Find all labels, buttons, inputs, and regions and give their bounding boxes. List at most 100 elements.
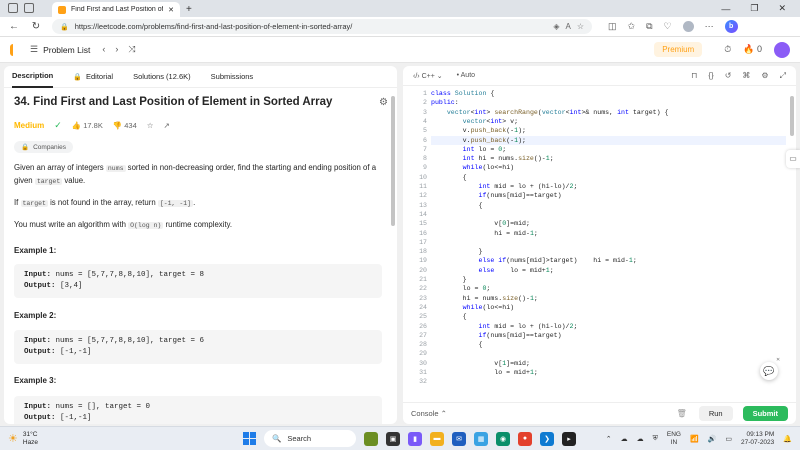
wifi-icon[interactable]: 📶 [690, 435, 699, 443]
run-button[interactable]: Run [698, 406, 733, 421]
close-feedback-icon[interactable]: ✕ [776, 357, 780, 363]
code-line[interactable]: lo = mid+1; [431, 368, 538, 377]
extension-icon[interactable]: ◈ [553, 22, 559, 31]
shuffle-icon[interactable]: ⤨ [128, 44, 135, 55]
code-line[interactable]: } [431, 247, 482, 256]
code-line[interactable]: while(lo<=hi) [431, 303, 514, 312]
code-line[interactable]: int lo = 0; [431, 145, 507, 154]
chrome-icon[interactable]: ● [518, 431, 532, 446]
mail-icon[interactable]: ✉ [452, 431, 466, 446]
lock-icon[interactable]: 🔒 [60, 23, 69, 31]
clock[interactable]: 09:13 PM 27-07-2023 [741, 431, 774, 447]
task-view-icon[interactable]: ▣ [386, 431, 400, 446]
address-bar[interactable]: 🔒 https://leetcode.com/problems/find-fir… [52, 19, 592, 34]
code-line[interactable]: hi = nums.size()-1; [431, 294, 538, 303]
code-line[interactable]: { [431, 201, 482, 210]
close-window-icon[interactable]: ✕ [778, 3, 786, 14]
delete-icon[interactable]: 🗑 [677, 409, 687, 418]
submit-button[interactable]: Submit [742, 406, 788, 421]
fullscreen-icon[interactable]: ⤢ [780, 71, 786, 81]
edge-browser-icon[interactable]: ◉ [496, 431, 510, 446]
terminal-icon[interactable]: ▸ [562, 431, 576, 446]
favorites-icon[interactable]: ✩ [628, 21, 636, 32]
code-line[interactable]: vector<int> v; [431, 117, 518, 126]
read-aloud-icon[interactable]: A [565, 22, 570, 31]
cloud-icon[interactable]: ☁ [621, 435, 628, 443]
like-button[interactable]: 👍 17.8K [72, 121, 103, 130]
reload-icon[interactable]: ↻ [30, 21, 42, 32]
timer-icon[interactable]: ⏱ [724, 44, 731, 55]
code-line[interactable]: int mid = lo + (hi-lo)/2; [431, 182, 577, 191]
code-line[interactable]: else if(nums[mid]>target) hi = mid-1; [431, 256, 636, 265]
editor-settings-icon[interactable]: ⚙ [761, 71, 768, 81]
editor-scrollbar[interactable] [790, 96, 794, 136]
vscode-icon[interactable]: ❯ [540, 431, 554, 446]
code-line[interactable]: vector<int> searchRange(vector<int>& num… [431, 108, 669, 117]
taskbar-search[interactable]: 🔍 Search [264, 430, 356, 447]
workspaces-icon[interactable] [8, 3, 18, 13]
split-screen-icon[interactable]: ◫ [608, 21, 617, 32]
tab-list-icon[interactable] [24, 3, 34, 13]
shortcuts-icon[interactable]: ⌘ [742, 71, 750, 81]
code-line[interactable]: else lo = mid+1; [431, 266, 553, 275]
new-tab-icon[interactable]: + [186, 4, 192, 15]
feedback-chat-icon[interactable]: 💬 [760, 362, 778, 380]
code-line[interactable]: } [431, 275, 467, 284]
format-braces-icon[interactable]: {} [708, 71, 713, 81]
collections-icon[interactable]: ⧉ [646, 21, 652, 32]
language-indicator[interactable]: ENG IN [667, 431, 681, 447]
close-tab-icon[interactable]: ✕ [168, 6, 174, 14]
code-line[interactable]: { [431, 340, 482, 349]
file-explorer-icon[interactable]: ▬ [430, 431, 444, 446]
back-icon[interactable]: ← [8, 21, 20, 32]
code-line[interactable]: while(lo<=hi) [431, 163, 514, 172]
console-toggle[interactable]: Console ⌃ [411, 409, 447, 418]
language-select[interactable]: ‹/› C++ ⌄ [413, 72, 443, 80]
code-line[interactable]: v.push_back(-1); [431, 135, 786, 145]
code-line[interactable]: lo = 0; [431, 284, 491, 293]
more-menu-icon[interactable]: ⋯ [705, 21, 714, 32]
teams-icon[interactable]: ▮ [408, 431, 422, 446]
next-problem-icon[interactable]: › [115, 44, 118, 55]
companies-tag[interactable]: 🔒 Companies [14, 141, 73, 153]
code-line[interactable]: v.push_back(-1); [431, 126, 526, 135]
code-line[interactable]: { [431, 312, 467, 321]
show-hidden-icons-icon[interactable]: ⌃ [606, 435, 612, 443]
favorite-star-icon[interactable]: ☆ [577, 22, 584, 31]
code-line[interactable]: { [431, 173, 467, 182]
battery-icon[interactable]: ▭ [725, 435, 732, 443]
notification-button[interactable]: 🔥 0 [743, 44, 762, 55]
autocomplete-toggle[interactable]: • Auto [457, 72, 475, 79]
code-line[interactable]: v[0]=mid; [431, 219, 530, 228]
code-line[interactable]: if(nums[mid]==target) [431, 191, 561, 200]
share-icon[interactable]: ↗ [164, 121, 170, 130]
store-icon[interactable]: ▦ [474, 431, 488, 446]
bookmark-icon[interactable]: ⊓ [691, 71, 697, 81]
code-line[interactable]: v[1]=mid; [431, 359, 530, 368]
star-icon[interactable]: ☆ [147, 121, 154, 130]
profile-avatar[interactable] [682, 21, 694, 32]
maximize-icon[interactable]: ❐ [750, 3, 758, 14]
leetcode-logo-icon[interactable] [10, 43, 20, 56]
code-line[interactable]: hi = mid-1; [431, 229, 538, 238]
code-line[interactable]: if(nums[mid]==target) [431, 331, 561, 340]
onedrive-icon[interactable]: ☁ [637, 435, 644, 443]
code-editor[interactable]: 1 class Solution {2 public: 3 vector<int> s… [403, 89, 796, 406]
prev-problem-icon[interactable]: ‹ [102, 44, 105, 55]
notification-center-icon[interactable]: 🔔 [783, 435, 792, 443]
browser-tab-active[interactable]: Find First and Last Position of El ✕ [52, 2, 180, 17]
tab-solutions[interactable]: Solutions (12.6K) [133, 66, 191, 88]
weather-widget[interactable]: ☀ 31°C Haze [8, 431, 38, 447]
user-avatar[interactable] [774, 41, 790, 58]
code-line[interactable]: int hi = nums.size()-1; [431, 154, 554, 163]
tab-submissions[interactable]: Submissions [211, 66, 254, 88]
settings-gear-icon[interactable]: ⚙ [379, 97, 388, 108]
code-line[interactable]: int mid = lo + (hi-lo)/2; [431, 322, 577, 331]
url-text[interactable]: https://leetcode.com/problems/find-first… [75, 22, 548, 31]
code-line[interactable]: class Solution { [431, 89, 494, 98]
windows-start-icon[interactable] [243, 432, 256, 445]
problem-list-button[interactable]: ☰ Problem List [30, 44, 90, 55]
tab-editorial[interactable]: 🔒 Editorial [73, 66, 113, 88]
tab-description[interactable]: Description [12, 66, 54, 88]
bing-copilot-icon[interactable]: b [724, 20, 738, 33]
